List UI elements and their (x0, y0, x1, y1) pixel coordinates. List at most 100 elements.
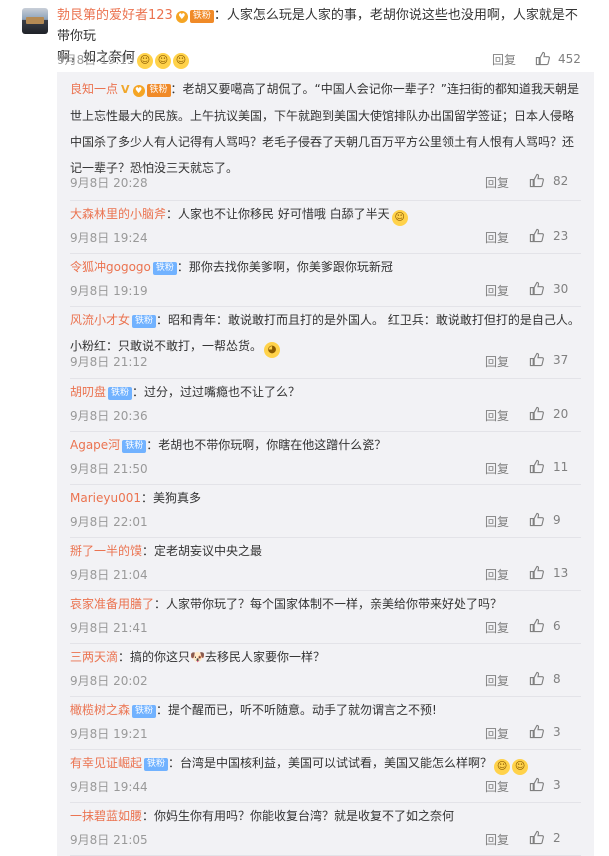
reply-button[interactable]: 回复 (485, 353, 509, 370)
timestamp: 9月8日 20:36 (70, 409, 148, 423)
reply-body: 有幸见证崛起 铁粉 ：台湾是中国核利益，美国可以试试看，美国又能怎么样啊？ ☺ ☺ (70, 750, 580, 776)
timestamp: 9月8日 19:19 (70, 284, 148, 298)
reply-body: 哀家准备用膳了：人家带你玩了？每个国家体制不一样，亲美给你带来好处了吗？ (70, 591, 580, 617)
username[interactable]: 大森林里的小脑斧 (70, 207, 166, 221)
thumbs-up-icon (529, 830, 544, 845)
thumbs-up-icon (529, 724, 544, 739)
fan-badge[interactable]: 铁粉 (146, 84, 171, 97)
thumbs-up-icon (529, 228, 544, 243)
username[interactable]: 良知一点 (70, 82, 118, 96)
username[interactable]: 令狐冲gogogo (70, 260, 151, 274)
reply-button[interactable]: 回复 (485, 460, 509, 477)
like-button[interactable]: 3 (529, 724, 561, 739)
reply-body: 三两天滴：搞的你这只🐶去移民人家要你一样？ (70, 644, 580, 670)
reply-button[interactable]: 回复 (485, 174, 509, 191)
reply-text: ：你妈生你有用吗？你能收复台湾？就是收复不了如之奈何 (142, 809, 455, 823)
username[interactable]: 橄榄树之森 (70, 703, 130, 717)
thumbs-up-icon (529, 173, 544, 188)
comment-meta: 9月8日 19:15 回复 452 (57, 51, 587, 67)
reply-text: ：老胡也不带你玩啊，你瞎在他这蹭什么瓷？ (146, 438, 387, 452)
thumbs-up-icon (529, 512, 544, 527)
reply-button[interactable]: 回复 (485, 282, 509, 299)
timestamp: 9月8日 21:05 (70, 833, 148, 847)
like-count: 6 (553, 619, 561, 633)
like-count: 20 (553, 407, 569, 421)
fan-badge[interactable]: 铁粉 (122, 440, 147, 453)
like-count: 82 (553, 174, 569, 188)
username[interactable]: 一抹碧蓝如腰 (70, 809, 142, 823)
thumbs-up-icon (529, 618, 544, 633)
reply-button[interactable]: 回复 (485, 725, 509, 742)
reply-item: 风流小才女 铁粉 ：昭和青年：敢说敢打而且打的是外国人。 红卫兵：敢说敢打但打的是自… (57, 307, 594, 379)
username[interactable]: 有幸见证崛起 (70, 756, 142, 770)
like-button[interactable]: 3 (529, 777, 561, 792)
reply-text: ：过分，过过嘴瘾也不让了么？ (132, 385, 301, 399)
thumbs-up-icon (529, 671, 544, 686)
like-button[interactable]: 30 (529, 281, 568, 296)
username[interactable]: Marieyu001 (70, 491, 141, 505)
like-button[interactable]: 23 (529, 228, 568, 243)
like-button[interactable]: 37 (529, 352, 568, 367)
like-button[interactable]: 13 (529, 565, 568, 580)
thumbs-up-icon (529, 565, 544, 580)
like-button[interactable]: 82 (529, 173, 568, 188)
reply-text: ：定老胡妄议中央之最 (142, 544, 263, 558)
thumbs-up-icon (535, 51, 550, 66)
reply-button[interactable]: 回复 (485, 672, 509, 689)
reply-item: Marieyu001：美狗真多 9月8日 22:01 回复 9 (57, 485, 594, 538)
reply-button[interactable]: 回复 (485, 229, 509, 246)
fan-badge[interactable]: 铁粉 (144, 758, 169, 771)
like-button[interactable]: 11 (529, 459, 568, 474)
thumbs-up-icon (529, 777, 544, 792)
timestamp: 9月8日 21:04 (70, 568, 148, 582)
like-button[interactable]: 452 (535, 51, 581, 66)
reply-text: ：搞的你这只🐶去移民人家要你一样？ (118, 650, 325, 664)
reply-item: 胡叨盘 铁粉 ：过分，过过嘴瘾也不让了么？ 9月8日 20:36 回复 20 (57, 379, 594, 432)
like-count: 23 (553, 229, 569, 243)
fan-badge[interactable]: 铁粉 (132, 315, 157, 328)
reply-body: Marieyu001：美狗真多 (70, 485, 580, 511)
reply-button[interactable]: 回复 (485, 831, 509, 848)
fan-badge[interactable]: 铁粉 (189, 10, 214, 23)
username[interactable]: 勃艮第的爱好者123 (57, 8, 173, 23)
like-button[interactable]: 9 (529, 512, 561, 527)
username[interactable]: 胡叨盘 (70, 385, 106, 399)
username[interactable]: 掰了一半的馍 (70, 544, 142, 558)
reply-text: ：人家带你玩了？每个国家体制不一样，亲美给你带来好处了吗？ (154, 597, 503, 611)
reply-button[interactable]: 回复 (485, 566, 509, 583)
dog-emoji-icon: ◕ (264, 342, 281, 358)
timestamp: 9月8日 21:41 (70, 621, 148, 635)
reply-text: ：提个醒而已，听不听随意。动手了就勿谓言之不预! (156, 703, 437, 717)
timestamp: 9月8日 22:01 (70, 515, 148, 529)
username[interactable]: Agape河 (70, 438, 120, 452)
username[interactable]: 三两天滴 (70, 650, 118, 664)
like-count: 37 (553, 353, 569, 367)
like-count: 3 (553, 725, 561, 739)
laugh-cry-emoji-icon: ☺ (494, 759, 511, 775)
reply-button[interactable]: 回复 (485, 513, 509, 530)
heart-icon: ♥ (132, 85, 145, 97)
like-button[interactable]: 2 (529, 830, 561, 845)
reply-button[interactable]: 回复 (485, 778, 509, 795)
reply-button[interactable]: 回复 (485, 619, 509, 636)
username[interactable]: 哀家准备用膳了 (70, 597, 154, 611)
like-button[interactable]: 20 (529, 406, 568, 421)
reply-item: 一抹碧蓝如腰：你妈生你有用吗？你能收复台湾？就是收复不了如之奈何 9月8日 21:… (57, 803, 594, 856)
reply-button[interactable]: 回复 (485, 407, 509, 424)
timestamp: 9月8日 19:15 (57, 53, 135, 67)
fan-badge[interactable]: 铁粉 (108, 387, 133, 400)
like-count: 3 (553, 778, 561, 792)
like-button[interactable]: 6 (529, 618, 561, 633)
reply-text: ：人家也不让你移民 好可惜哦 白舔了半天 (166, 207, 390, 221)
reply-button[interactable]: 回复 (492, 51, 516, 68)
like-button[interactable]: 8 (529, 671, 561, 686)
avatar[interactable] (22, 8, 48, 34)
reply-list: 良知一点 V ♥ 铁粉 ：老胡又要噶高了胡侃了。“中国人会记你一辈子？”连扫街的都知道我… (57, 72, 594, 856)
top-comment: 勃艮第的爱好者123 ♥ 铁粉 ：人家怎么玩是人家的事，老胡你说这些也没用啊，人家就是… (0, 0, 609, 78)
verified-v-icon: V (121, 83, 130, 96)
reply-item: 良知一点 V ♥ 铁粉 ：老胡又要噶高了胡侃了。“中国人会记你一辈子？”连扫街的都知道我… (57, 76, 594, 201)
username[interactable]: 风流小才女 (70, 313, 130, 327)
fan-badge[interactable]: 铁粉 (132, 705, 157, 718)
thumbs-up-icon (529, 406, 544, 421)
fan-badge[interactable]: 铁粉 (152, 262, 177, 275)
